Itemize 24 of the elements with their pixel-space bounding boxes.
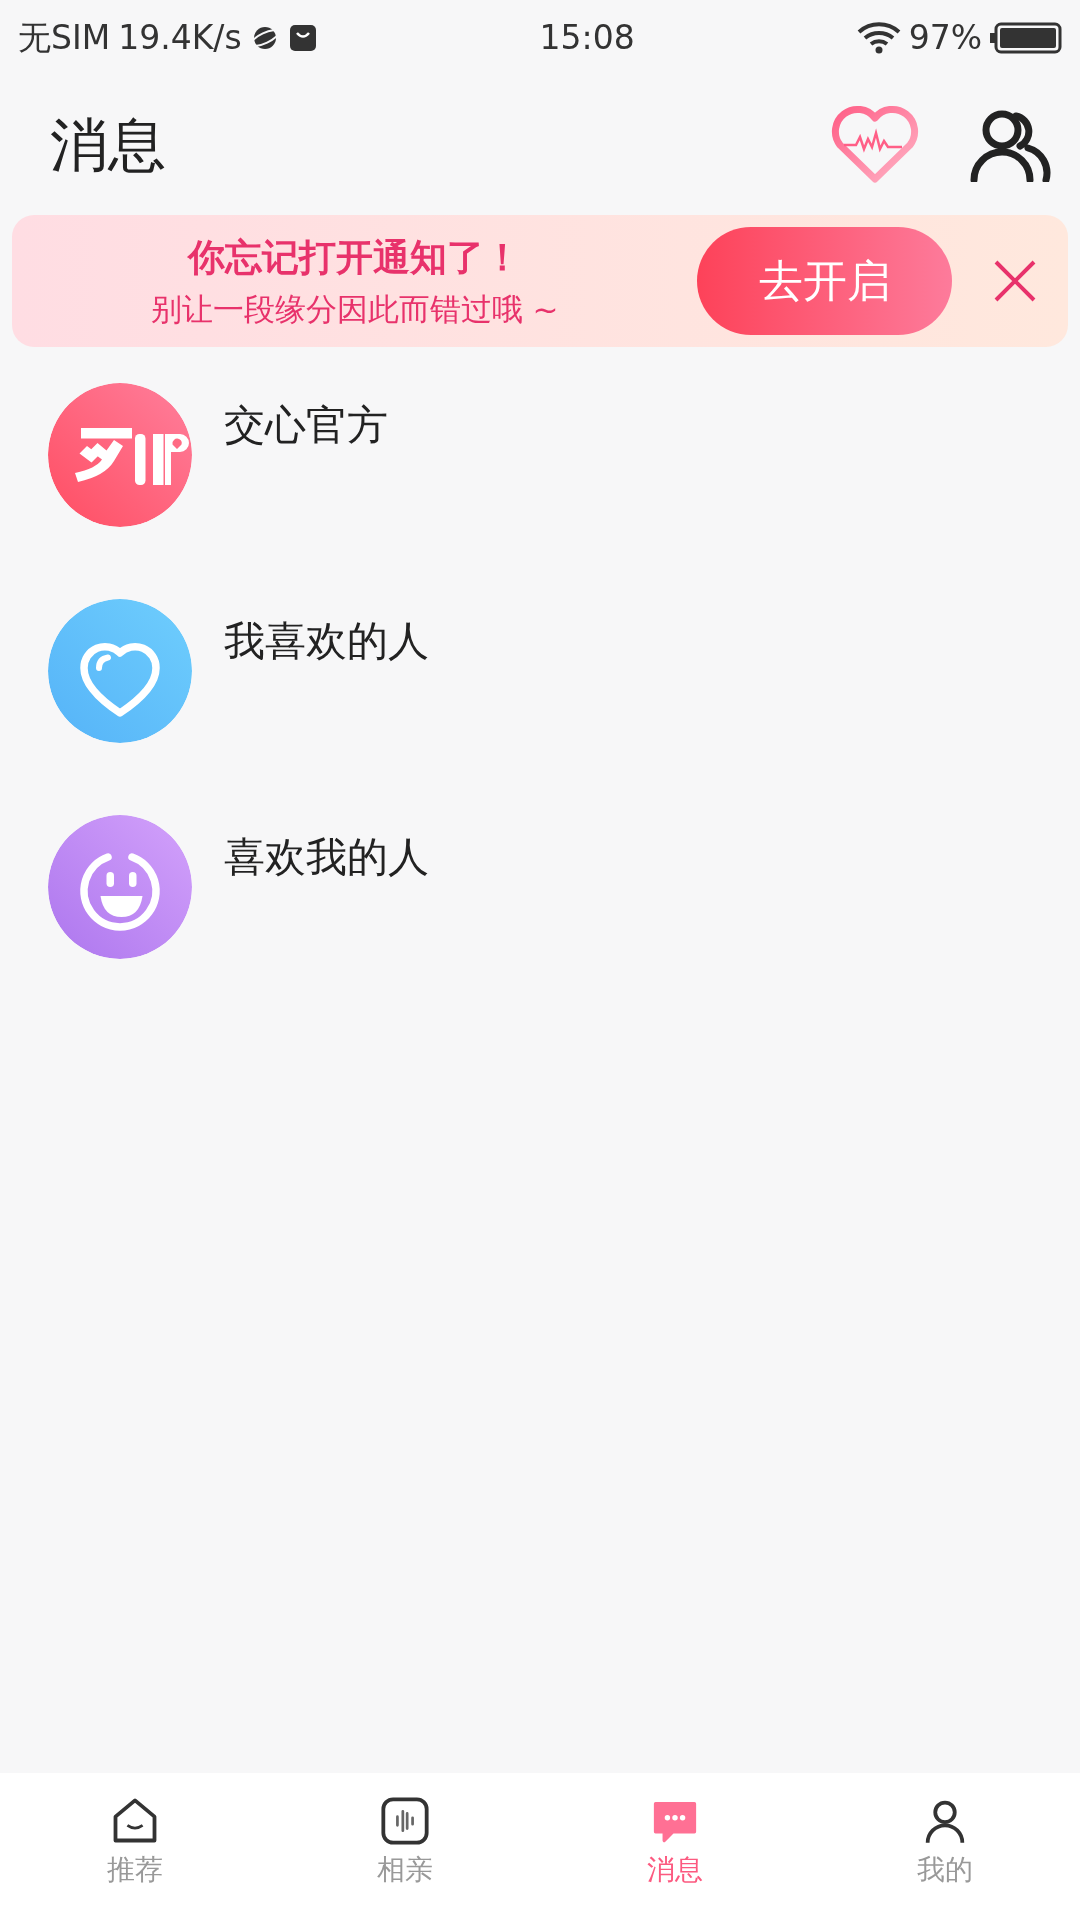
logo-icon[interactable] (48, 383, 192, 527)
network-speed: 19.4K/s (118, 16, 242, 59)
wifi-icon (856, 21, 901, 54)
tab-item[interactable]: 消息 (540, 1773, 810, 1920)
tab-item[interactable]: 相亲 (270, 1773, 540, 1920)
conversation-name[interactable]: 我喜欢的人 (224, 611, 429, 673)
smiley-icon[interactable] (48, 815, 192, 959)
notice-subtitle: 别让一段缘分因此而错过哦 ~ (150, 289, 559, 329)
battery-percent: 97% (908, 16, 982, 59)
close-icon[interactable] (992, 258, 1038, 304)
shopping-bag-icon (287, 22, 318, 53)
sound-wave-icon (379, 1795, 431, 1847)
carrier-text: 无SIM (18, 16, 111, 59)
tab-item[interactable]: 推荐 (0, 1773, 270, 1920)
conversation-name[interactable]: 交心官方 (224, 395, 388, 457)
people-icon[interactable] (968, 108, 1052, 182)
notice-title: 你忘记打开通知了！ (188, 235, 521, 281)
enable-button[interactable]: 去开启 (697, 227, 952, 335)
clock: 15:08 (538, 16, 636, 59)
conversation-name[interactable]: 喜欢我的人 (224, 827, 429, 889)
heartbeat-icon[interactable] (830, 105, 920, 185)
battery-icon (990, 21, 1062, 54)
page-title: 消息 (50, 109, 167, 181)
tab-item[interactable]: 我的 (810, 1773, 1080, 1920)
